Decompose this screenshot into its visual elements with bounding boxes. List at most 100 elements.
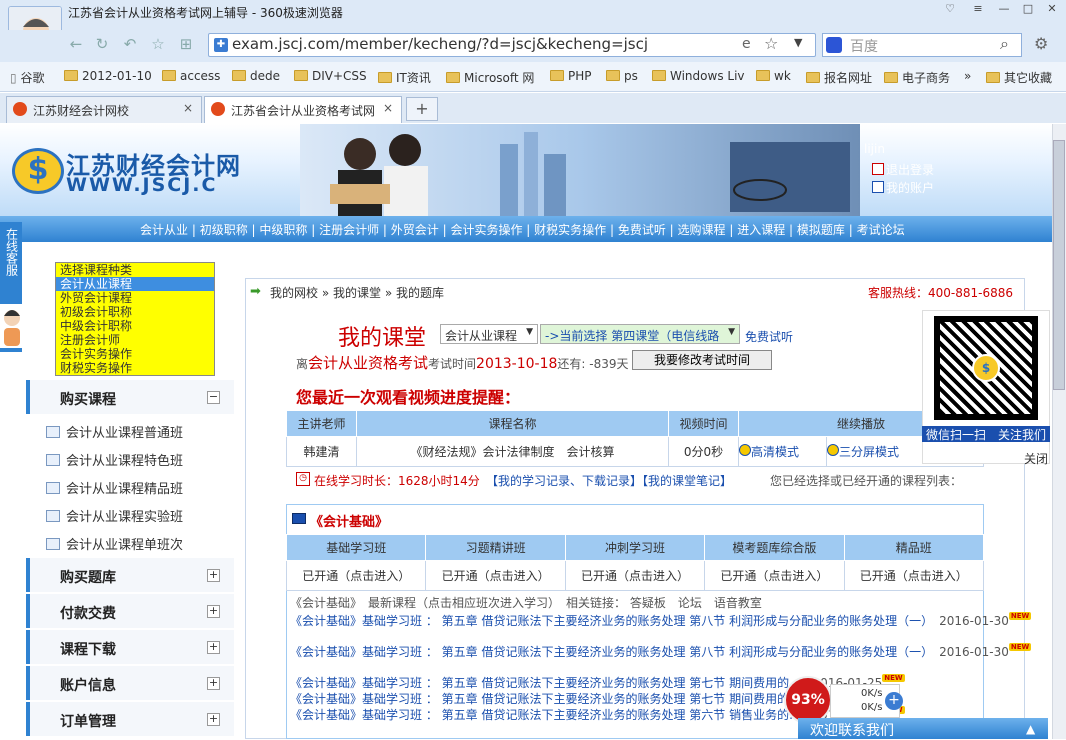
sidebar-item[interactable]: 会计从业课程普通班 — [46, 422, 183, 441]
bookmark-folder[interactable]: Microsoft 网 — [446, 69, 534, 86]
sidebar-item[interactable]: 会计从业课程单班次 — [46, 534, 183, 553]
sidebar-account[interactable]: 账户信息 + — [26, 666, 234, 700]
sidebar-orders[interactable]: 订单管理 + — [26, 702, 234, 736]
search-icon[interactable]: ⌕ — [1000, 34, 1009, 54]
class-enter-link[interactable]: 已开通（点击进入） — [564, 560, 706, 591]
course-select[interactable]: 会计从业课程 ▼ — [440, 324, 538, 344]
sidebar-buy-bank[interactable]: 购买题库 + — [26, 558, 234, 592]
menu-practice[interactable]: 会计实务操作 — [447, 223, 527, 237]
minimize-icon[interactable]: — — [994, 2, 1014, 18]
collapse-icon[interactable]: − — [207, 391, 220, 404]
logout-link[interactable]: 退出登录 — [872, 161, 934, 178]
expand-icon[interactable]: + — [207, 605, 220, 618]
expand-icon[interactable]: + — [207, 641, 220, 654]
tab-jscj-exam[interactable]: 江苏省会计从业资格考试网 × — [204, 96, 402, 123]
crumb-school[interactable]: 我的网校 — [270, 286, 318, 300]
menu-tax-practice[interactable]: 财税实务操作 — [530, 223, 610, 237]
tab-jscj-school[interactable]: 江苏财经会计网校 × — [6, 96, 202, 123]
bookmark-folder[interactable]: PHP — [550, 69, 592, 83]
back-icon[interactable]: ← — [66, 35, 86, 55]
bookmark-item[interactable]: ▯ 谷歌 — [10, 69, 44, 86]
class-enter-link[interactable]: 已开通（点击进入） — [704, 560, 845, 591]
bookmark-folder[interactable]: Windows Liv — [652, 69, 745, 83]
crumb-bank[interactable]: 我的题库 — [396, 286, 444, 300]
bookmark-folder[interactable]: ps — [606, 69, 638, 83]
scrollbar-thumb[interactable] — [1053, 140, 1065, 390]
free-trial-link[interactable]: 免费试听 — [745, 328, 793, 345]
crumb-class[interactable]: 我的课堂 — [333, 286, 381, 300]
url-text[interactable]: exam.jscj.com/member/kecheng/?d=jscj&kec… — [232, 35, 648, 53]
grid-icon[interactable]: ⊞ — [176, 35, 196, 55]
sidebar-download[interactable]: 课程下载 + — [26, 630, 234, 664]
expand-icon[interactable]: + — [207, 569, 220, 582]
bookmark-folder[interactable]: 电子商务 — [884, 69, 950, 86]
bookmark-folder[interactable]: 2012-01-10 — [64, 69, 152, 83]
logo-url[interactable]: WWW.JSCJ.C — [66, 174, 217, 196]
sidebar-item[interactable]: 会计从业课程精品班 — [46, 478, 183, 497]
hd-mode-link[interactable]: 高清模式 — [738, 436, 827, 467]
bookmark-folder[interactable]: 其它收藏 — [986, 69, 1052, 86]
sidebar-payment[interactable]: 付款交费 + — [26, 594, 234, 628]
menu-cpa[interactable]: 注册会计师 — [315, 223, 383, 237]
course-category-list[interactable]: 选择课程种类 会计从业课程 外贸会计课程 初级会计职称 中级会计职称 注册会计师… — [55, 262, 215, 376]
qr-close-button[interactable]: 关闭 — [1024, 450, 1048, 467]
list-item[interactable]: 初级会计职称 — [56, 305, 214, 319]
bookmark-folder[interactable]: wk — [756, 69, 791, 83]
close-window-icon[interactable]: ✕ — [1042, 2, 1062, 18]
list-item[interactable]: 《会计基础》基础学习班 ： 第五章 借贷记账法下主要经济业务的账务处理 第八节 … — [290, 643, 1032, 660]
ie-mode-icon[interactable]: e — [742, 36, 751, 52]
list-item[interactable]: 选择课程种类 — [56, 263, 214, 277]
menu-enter-course[interactable]: 进入课程 — [733, 223, 789, 237]
add-icon[interactable]: + — [885, 692, 903, 710]
menu-middle-title[interactable]: 中级职称 — [256, 223, 312, 237]
sidebar-item[interactable]: 会计从业课程实验班 — [46, 506, 183, 525]
close-tab-icon[interactable]: × — [383, 101, 393, 115]
maximize-icon[interactable]: □ — [1018, 2, 1038, 18]
list-item[interactable]: 外贸会计课程 — [56, 291, 214, 305]
menu-forum[interactable]: 考试论坛 — [853, 223, 905, 237]
change-exam-date-button[interactable]: 我要修改考试时间 — [632, 350, 772, 370]
new-tab-button[interactable]: + — [406, 97, 438, 121]
sidebar-item[interactable]: 会计从业课程特色班 — [46, 450, 183, 469]
bookmark-folder[interactable]: 报名网址 — [806, 69, 872, 86]
bookmark-star-icon[interactable]: ☆ — [764, 34, 778, 53]
class-enter-link[interactable]: 已开通（点击进入） — [843, 560, 985, 591]
bookmark-folder[interactable]: DIV+CSS — [294, 69, 367, 83]
class-enter-link[interactable]: 已开通（点击进入） — [285, 560, 427, 591]
my-account-link[interactable]: 我的账户 — [872, 179, 934, 196]
expand-icon[interactable]: + — [207, 713, 220, 726]
favorite-icon[interactable]: ☆ — [148, 35, 168, 55]
study-record-links[interactable]: 【我的学习记录、下载记录】【我的课堂笔记】 — [486, 472, 732, 489]
list-item[interactable]: 会计从业课程 — [56, 277, 214, 291]
menu-icon[interactable]: ≡ — [968, 2, 988, 18]
sidebar-buy-course[interactable]: 购买课程 − — [26, 380, 234, 414]
expand-up-icon[interactable]: ▲ — [1026, 722, 1035, 736]
menu-buy-course[interactable]: 选购课程 — [674, 223, 730, 237]
bookmarks-more[interactable]: » — [964, 69, 971, 83]
refresh-icon[interactable]: ↻ — [92, 35, 112, 55]
close-tab-icon[interactable]: × — [183, 101, 193, 115]
bookmark-folder[interactable]: access — [162, 69, 220, 83]
menu-junior-title[interactable]: 初级职称 — [196, 223, 252, 237]
menu-free-trial[interactable]: 免费试听 — [614, 223, 670, 237]
bookmark-folder[interactable]: dede — [232, 69, 280, 83]
expand-icon[interactable]: + — [207, 677, 220, 690]
list-item[interactable]: 《会计基础》基础学习班 ： 第五章 借贷记账法下主要经济业务的账务处理 第八节 … — [290, 612, 1032, 629]
tools-icon[interactable]: ⚙ — [1034, 34, 1048, 53]
undo-icon[interactable]: ↶ — [120, 35, 140, 55]
menu-foreign-trade[interactable]: 外贸会计 — [387, 223, 443, 237]
list-item[interactable]: 财税实务操作 — [56, 361, 214, 375]
network-speed-ball[interactable]: 93% — [784, 676, 832, 724]
menu-mock-bank[interactable]: 模拟题库 — [793, 223, 849, 237]
list-item[interactable]: 《会计基础》基础学习班 ： 第五章 借贷记账法下主要经济业务的账务处理 第七节 … — [290, 690, 823, 707]
list-item[interactable]: 会计实务操作 — [56, 347, 214, 361]
class-enter-link[interactable]: 已开通（点击进入） — [425, 560, 566, 591]
chevron-down-icon[interactable]: ▼ — [794, 36, 802, 49]
menu-accounting[interactable]: 会计从业 — [140, 223, 192, 237]
bookmark-folder[interactable]: IT资讯 — [378, 69, 431, 86]
line-select[interactable]: ->当前选择 第四课堂（电信线路 ▼ — [540, 324, 740, 344]
list-item[interactable]: 中级会计职称 — [56, 319, 214, 333]
contact-us-bar[interactable]: 欢迎联系我们 — [798, 718, 1048, 739]
skin-icon[interactable]: ♡ — [940, 2, 960, 18]
list-item[interactable]: 注册会计师 — [56, 333, 214, 347]
